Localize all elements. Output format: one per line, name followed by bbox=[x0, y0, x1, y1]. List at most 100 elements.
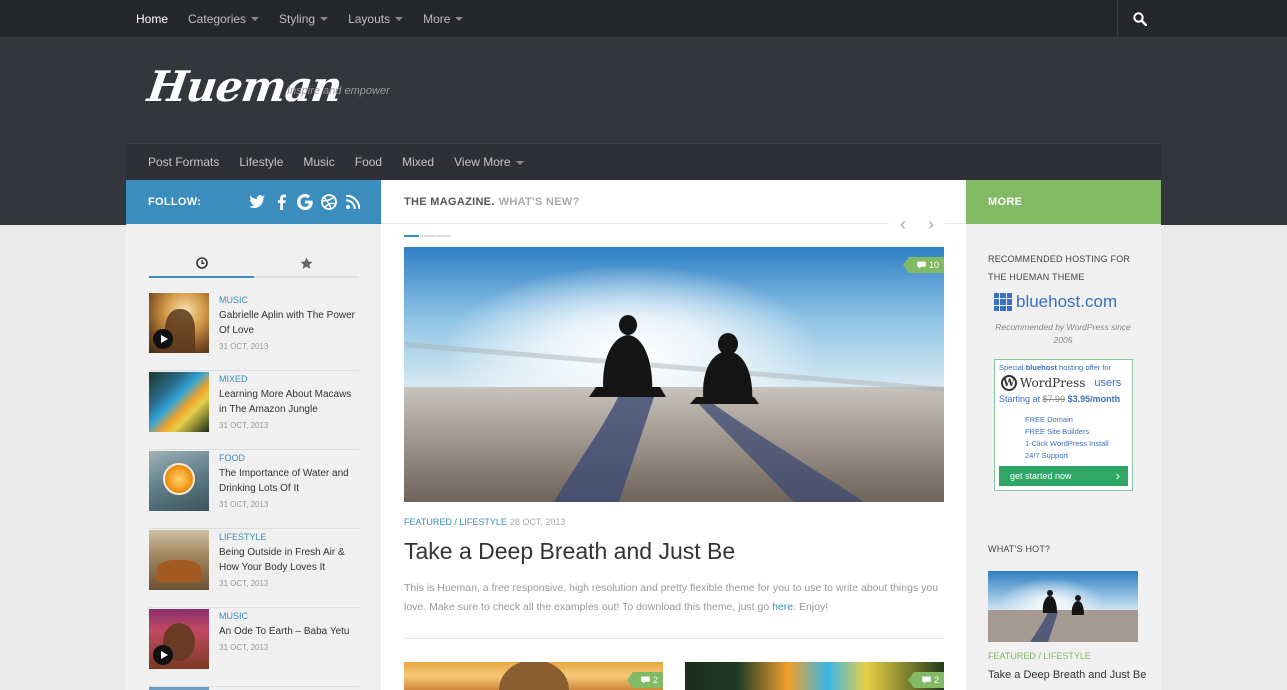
hot-post-thumbnail[interactable] bbox=[988, 571, 1138, 642]
social-links bbox=[249, 194, 361, 210]
hot-post-title[interactable]: Take a Deep Breath and Just Be bbox=[988, 669, 1146, 681]
post-title[interactable]: Gabrielle Aplin with The Power Of Love bbox=[219, 308, 359, 338]
star-icon bbox=[300, 257, 313, 269]
google-icon[interactable] bbox=[297, 194, 313, 210]
facebook-icon[interactable] bbox=[273, 194, 289, 210]
list-item[interactable]: MUSIC Gabrielle Aplin with The Power Of … bbox=[149, 292, 359, 371]
ad-bluehost: bluehost bbox=[1025, 363, 1057, 372]
post-date: 31 OCT, 2013 bbox=[219, 579, 269, 588]
ad-starting: Starting at bbox=[999, 394, 1041, 404]
post-thumbnail[interactable] bbox=[149, 451, 209, 511]
tab-popular[interactable] bbox=[254, 250, 359, 276]
list-item[interactable]: FOOD The Importance of Water and Drinkin… bbox=[149, 450, 359, 529]
post-category[interactable]: MUSIC bbox=[219, 611, 349, 621]
category-lifestyle[interactable]: LIFESTYLE bbox=[459, 517, 507, 527]
wordpress-icon: W bbox=[1001, 375, 1017, 391]
subnav-music[interactable]: Music bbox=[293, 144, 344, 181]
comment-count-badge[interactable]: 2 bbox=[908, 672, 944, 688]
post-thumbnail[interactable] bbox=[149, 609, 209, 669]
slider-dot[interactable] bbox=[404, 235, 419, 237]
rss-icon[interactable] bbox=[345, 194, 361, 210]
post-category[interactable]: FOOD bbox=[219, 453, 359, 463]
list-item[interactable]: LIFESTYLE Being Outside in Fresh Air & H… bbox=[149, 529, 359, 608]
featured-photo bbox=[404, 247, 944, 502]
list-item[interactable]: MUSIC An Ode To Earth – Baba Yetu 31 OCT… bbox=[149, 608, 359, 687]
post-thumbnail[interactable] bbox=[149, 530, 209, 590]
post-title[interactable]: The Importance of Water and Drinking Lot… bbox=[219, 466, 359, 496]
post-category[interactable]: MUSIC bbox=[219, 295, 359, 305]
top-nav: Home Categories Styling Layouts More bbox=[126, 0, 473, 38]
post-title[interactable]: An Ode To Earth – Baba Yetu bbox=[219, 624, 349, 639]
post-title[interactable]: Learning More About Macaws in The Amazon… bbox=[219, 387, 359, 417]
subnav-lifestyle[interactable]: Lifestyle bbox=[229, 144, 293, 181]
nav-styling-label: Styling bbox=[279, 12, 316, 26]
category-featured[interactable]: FEATURED bbox=[404, 517, 452, 527]
post-category[interactable]: MIXED bbox=[219, 374, 359, 384]
main-content: THE MAGAZINE. WHAT'S NEW? ‹ › 10 FEATURE… bbox=[381, 180, 966, 690]
nav-more-label: More bbox=[423, 12, 451, 26]
thumb-figure bbox=[499, 662, 569, 690]
post-title[interactable]: Take a Deep Breath and Just Be bbox=[404, 538, 735, 565]
thumb-boots bbox=[157, 560, 201, 582]
comment-count-badge[interactable]: 2 bbox=[627, 672, 663, 688]
chevron-down-icon bbox=[515, 160, 524, 165]
hot-post-category[interactable]: FEATURED / LIFESTYLE bbox=[988, 651, 1091, 661]
post-thumbnail[interactable] bbox=[149, 293, 209, 353]
featured-image[interactable]: 10 bbox=[404, 247, 944, 502]
nav-layouts[interactable]: Layouts bbox=[338, 0, 413, 38]
subnav-mixed[interactable]: Mixed bbox=[392, 144, 444, 181]
slider-dot[interactable] bbox=[420, 235, 435, 237]
chevron-left-icon[interactable]: ‹ bbox=[900, 214, 906, 235]
widget-title: RECOMMENDED HOSTING FOR THE HUEMAN THEME bbox=[988, 254, 1131, 282]
chevron-down-icon bbox=[455, 17, 464, 21]
post-date: 31 OCT, 2013 bbox=[219, 421, 269, 430]
comment-count: 2 bbox=[652, 675, 658, 685]
chevron-down-icon bbox=[251, 17, 260, 21]
page-content: FOLLOW: MUSIC Gabrielle Aplin with The P… bbox=[126, 180, 1161, 690]
nav-categories[interactable]: Categories bbox=[178, 0, 269, 38]
post-thumbnail[interactable] bbox=[149, 372, 209, 432]
list-item[interactable]: MIXED Learning More About Macaws in The … bbox=[149, 371, 359, 450]
bluehost-logo[interactable]: bluehost.com bbox=[994, 292, 1117, 312]
get-started-button[interactable]: get started now bbox=[999, 466, 1128, 486]
hot-photo bbox=[988, 571, 1138, 642]
grid-post-thumbnail[interactable]: 2 bbox=[404, 662, 663, 690]
more-bar: MORE bbox=[966, 180, 1161, 224]
download-link[interactable]: here bbox=[772, 601, 793, 613]
search-button[interactable] bbox=[1117, 0, 1161, 38]
slider-dot[interactable] bbox=[436, 235, 451, 237]
twitter-icon[interactable] bbox=[249, 194, 265, 210]
site-tagline: Inspire and empower bbox=[287, 85, 390, 97]
post-excerpt: This is Hueman, a free responsive, high … bbox=[404, 579, 944, 617]
excerpt-end: . Enjoy! bbox=[793, 601, 829, 613]
ad-users: users bbox=[1094, 377, 1122, 389]
post-date: 31 OCT, 2013 bbox=[219, 342, 269, 351]
nav-styling[interactable]: Styling bbox=[269, 0, 338, 38]
comment-icon bbox=[922, 676, 932, 684]
grid-post-thumbnail[interactable]: 2 bbox=[685, 662, 944, 690]
nav-more[interactable]: More bbox=[413, 0, 473, 38]
comment-count-badge[interactable]: 10 bbox=[903, 257, 944, 273]
subnav-food[interactable]: Food bbox=[345, 144, 392, 181]
recent-posts-list: MUSIC Gabrielle Aplin with The Power Of … bbox=[149, 292, 359, 690]
section-heading: THE MAGAZINE. WHAT'S NEW? bbox=[381, 180, 966, 224]
nav-categories-label: Categories bbox=[188, 12, 247, 26]
ad-features: FREE Domain FREE Site Builders 1-Click W… bbox=[1025, 414, 1132, 462]
hosting-ad-banner[interactable]: Special bluehost hosting offer for W Wor… bbox=[994, 359, 1133, 491]
ad-feature: 24/7 Support bbox=[1025, 451, 1068, 460]
post-category[interactable]: LIFESTYLE bbox=[219, 532, 359, 542]
post-title[interactable]: Being Outside in Fresh Air & How Your Bo… bbox=[219, 545, 359, 575]
ad-new-price: $3.95/month bbox=[1067, 394, 1121, 404]
subnav-view-more[interactable]: View More bbox=[444, 144, 533, 181]
dribbble-icon[interactable] bbox=[321, 194, 337, 210]
subnav-post-formats[interactable]: Post Formats bbox=[126, 144, 229, 181]
nav-home[interactable]: Home bbox=[126, 0, 178, 38]
thumb-orange bbox=[163, 463, 195, 495]
comment-icon bbox=[641, 676, 651, 684]
chevron-right-icon[interactable]: › bbox=[928, 214, 934, 235]
ad-feature: FREE Domain bbox=[1025, 415, 1073, 424]
ad-wordpress-label: WordPress bbox=[1020, 376, 1086, 390]
chevron-down-icon bbox=[320, 17, 329, 21]
tab-recent[interactable] bbox=[149, 250, 254, 278]
comment-icon bbox=[917, 261, 927, 269]
